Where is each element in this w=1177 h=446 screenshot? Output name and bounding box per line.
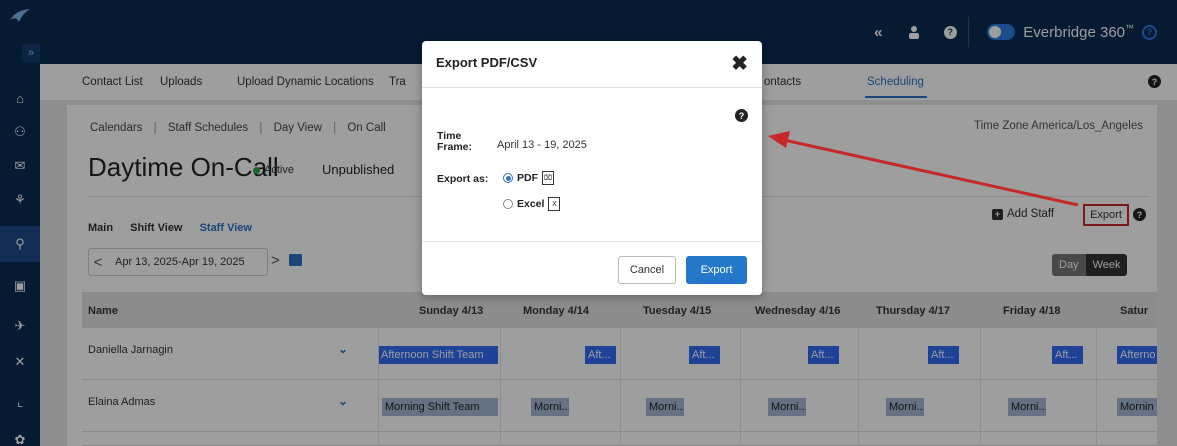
annotation-arrow: [768, 131, 1079, 207]
